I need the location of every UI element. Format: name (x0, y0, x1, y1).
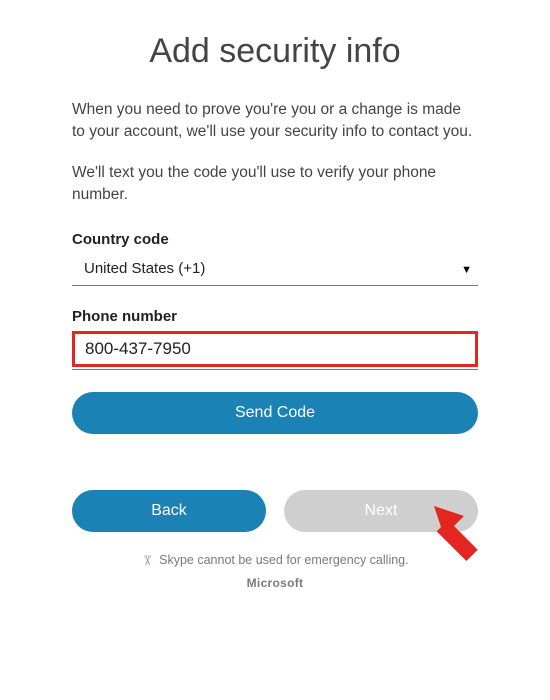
back-button[interactable]: Back (72, 490, 266, 532)
chevron-down-icon: ▼ (461, 264, 472, 276)
next-button: Next (284, 490, 478, 532)
helper-text: We'll text you the code you'll use to ve… (72, 162, 478, 207)
country-code-selected-value: United States (+1) (84, 260, 205, 277)
phone-number-label: Phone number (72, 308, 478, 325)
page-title: Add security info (72, 32, 478, 71)
phone-number-highlight (72, 331, 478, 367)
country-code-label: Country code (72, 231, 478, 248)
phone-number-input[interactable] (85, 339, 465, 359)
emergency-disclaimer: ✂ Skype cannot be used for emergency cal… (141, 552, 408, 569)
phone-underline (72, 369, 478, 370)
country-code-select[interactable]: United States (+1) ▼ (72, 254, 478, 286)
tools-icon: ✂ (139, 555, 156, 567)
disclaimer-text: Skype cannot be used for emergency calli… (159, 553, 408, 567)
send-code-button[interactable]: Send Code (72, 392, 478, 434)
intro-text: When you need to prove you're you or a c… (72, 99, 478, 144)
brand-label: Microsoft (72, 576, 478, 590)
